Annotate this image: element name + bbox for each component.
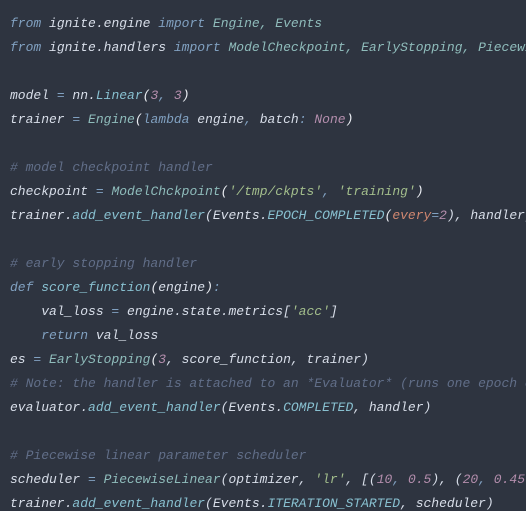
ident: , handler) <box>353 400 431 415</box>
op-eq: = <box>96 184 104 199</box>
colon: : <box>213 280 221 295</box>
import-names: ModelCheckpoint, EarlyStopping, Piecewi <box>229 40 526 55</box>
str: '/tmp/ckpts' <box>228 184 322 199</box>
ident: (Events. <box>221 400 283 415</box>
num: 3 <box>174 88 182 103</box>
ident: trainer. <box>10 208 72 223</box>
num: 10 <box>377 472 393 487</box>
comment: # Note: the handler is attached to an *E… <box>10 376 526 391</box>
ident: trainer. <box>10 496 72 511</box>
paren: ) <box>182 88 190 103</box>
ident: trainer <box>10 112 72 127</box>
str: 'training' <box>338 184 416 199</box>
comment: # Piecewise linear parameter scheduler <box>10 448 306 463</box>
comma: , <box>322 184 338 199</box>
num: 0.5 <box>408 472 431 487</box>
ident: (Events. <box>205 208 267 223</box>
ident: es <box>10 352 33 367</box>
cls-engine: Engine <box>88 112 135 127</box>
ident: nn. <box>65 88 96 103</box>
op-eq: = <box>431 208 439 223</box>
cls-earlystopping: EarlyStopping <box>49 352 150 367</box>
str: 'lr' <box>314 472 345 487</box>
paren: ( <box>135 112 143 127</box>
num: 20 <box>463 472 479 487</box>
ident: engine.state.metrics[ <box>119 304 291 319</box>
fn-add-event-handler: add_event_handler <box>72 208 205 223</box>
fn-add-event-handler: add_event_handler <box>72 496 205 511</box>
none: None <box>314 112 345 127</box>
kw-lambda: lambda <box>143 112 190 127</box>
ident: (optimizer, <box>221 472 315 487</box>
module-path: ignite.engine <box>49 16 150 31</box>
code-block: from ignite.engine import Engine, Events… <box>0 0 526 511</box>
ident: ), handler, <box>447 208 526 223</box>
kw-import: import <box>174 40 221 55</box>
kwarg-every: every <box>392 208 431 223</box>
comment: # early stopping handler <box>10 256 197 271</box>
comma: , <box>244 112 260 127</box>
ident: val_loss <box>10 304 111 319</box>
arg: batch <box>260 112 299 127</box>
event-iteration-started: ITERATION_STARTED <box>267 496 400 511</box>
paren: ) <box>205 280 213 295</box>
op-eq: = <box>88 472 96 487</box>
num: 0.45 <box>494 472 525 487</box>
kw-def: def <box>10 280 33 295</box>
comma: , <box>392 472 408 487</box>
num: 3 <box>158 352 166 367</box>
comma: , <box>158 88 174 103</box>
ident: evaluator. <box>10 400 88 415</box>
op-eq: = <box>57 88 65 103</box>
ident: , [( <box>346 472 377 487</box>
paren: ) <box>416 184 424 199</box>
str: 'acc' <box>291 304 330 319</box>
ident: ), ( <box>431 472 462 487</box>
kw-from: from <box>10 40 41 55</box>
ident: val_loss <box>88 328 158 343</box>
colon: : <box>299 112 315 127</box>
ident: , scheduler) <box>400 496 494 511</box>
paren: ) <box>346 112 354 127</box>
op-eq: = <box>72 112 80 127</box>
fn-add-event-handler: add_event_handler <box>88 400 221 415</box>
arg: engine <box>158 280 205 295</box>
fn-linear: Linear <box>96 88 143 103</box>
kw-return: return <box>41 328 88 343</box>
kw-from: from <box>10 16 41 31</box>
kw-import: import <box>158 16 205 31</box>
comment: # model checkpoint handler <box>10 160 213 175</box>
fn-score-function: score_function <box>41 280 150 295</box>
event-completed: COMPLETED <box>283 400 353 415</box>
ident: model <box>10 88 57 103</box>
ident: (Events. <box>205 496 267 511</box>
ident: checkpoint <box>10 184 96 199</box>
module-path: ignite.handlers <box>49 40 166 55</box>
ident: scheduler <box>10 472 88 487</box>
event-epoch-completed: EPOCH_COMPLETED <box>267 208 384 223</box>
op-eq: = <box>33 352 41 367</box>
comma: , <box>478 472 494 487</box>
num: 2 <box>439 208 447 223</box>
ident: , score_function, trainer) <box>166 352 369 367</box>
cls-piecewiselinear: PiecewiseLinear <box>104 472 221 487</box>
import-names: Engine, Events <box>213 16 322 31</box>
arg: engine <box>197 112 244 127</box>
ident: ] <box>330 304 338 319</box>
cls-modelcheckpoint: ModelChckpoint <box>111 184 220 199</box>
